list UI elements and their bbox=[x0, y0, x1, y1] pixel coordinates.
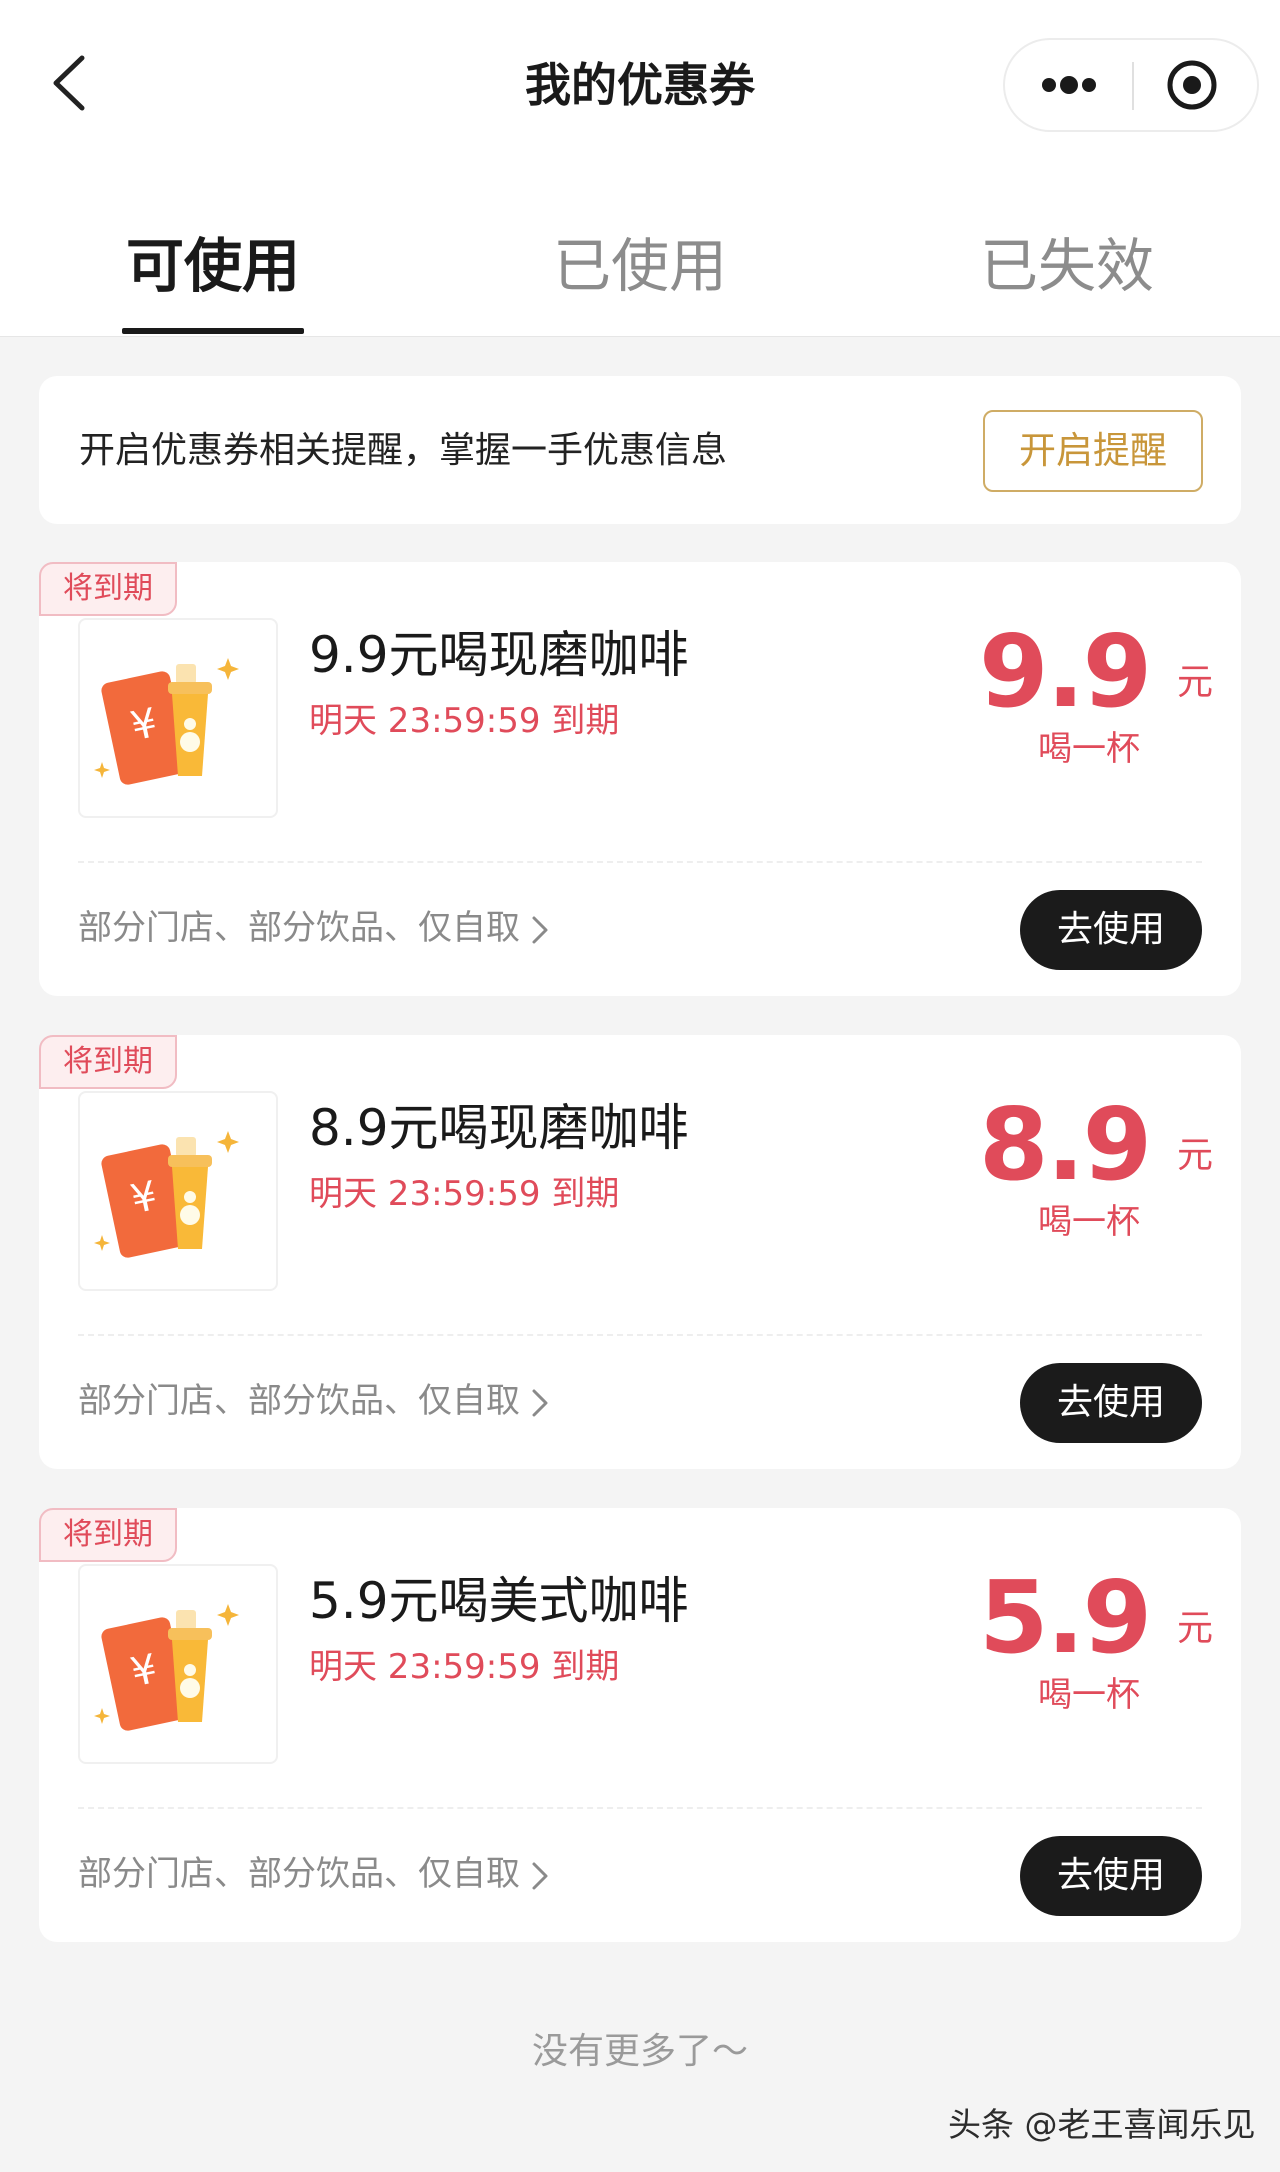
tab-used[interactable]: 已使用 bbox=[540, 224, 740, 308]
coupon-price: 9.9 元 喝一杯 bbox=[979, 613, 1219, 770]
price-value: 8.9 bbox=[979, 1086, 1152, 1203]
price-subtitle: 喝一杯 bbox=[1038, 1675, 1140, 1715]
divider bbox=[78, 1334, 1202, 1336]
reminder-text: 开启优惠券相关提醒，掌握一手优惠信息 bbox=[79, 430, 728, 471]
tab-available[interactable]: 可使用 bbox=[113, 224, 313, 308]
top-bar: 我的优惠券 可使用 已使用 已失效 bbox=[0, 0, 1280, 337]
chevron-right-icon bbox=[532, 916, 548, 943]
coupon-drink-icon: ¥ bbox=[94, 1604, 239, 1731]
coupon-rules-text: 部分门店、部分饮品、仅自取 bbox=[78, 1381, 520, 1421]
coupon-title: 9.9元喝现磨咖啡 bbox=[309, 626, 689, 684]
price-value: 9.9 bbox=[979, 613, 1152, 730]
watermark-text: 头条 @老王喜闻乐见 bbox=[948, 2105, 1256, 2144]
divider bbox=[78, 1807, 1202, 1809]
coupon-image: ¥ bbox=[78, 1091, 278, 1291]
coupon-rules-text: 部分门店、部分饮品、仅自取 bbox=[78, 1854, 520, 1894]
coupon-price: 5.9 元 喝一杯 bbox=[979, 1559, 1219, 1716]
expiring-badge: 将到期 bbox=[39, 1035, 177, 1089]
use-coupon-button[interactable]: 去使用 bbox=[1020, 1836, 1202, 1916]
coupon-title: 8.9元喝现磨咖啡 bbox=[309, 1099, 689, 1157]
price-unit: 元 bbox=[1177, 1135, 1214, 1176]
expiring-badge: 将到期 bbox=[39, 562, 177, 616]
coupon-rules-link[interactable]: 部分门店、部分饮品、仅自取 bbox=[78, 1849, 552, 1899]
coupon-drink-icon: ¥ bbox=[94, 1131, 239, 1258]
active-tab-indicator bbox=[122, 328, 304, 334]
coupon-expiry: 明天 23:59:59 到期 bbox=[309, 1647, 620, 1687]
tab-expired[interactable]: 已失效 bbox=[967, 224, 1167, 308]
more-dots-icon bbox=[1042, 76, 1096, 94]
expiring-badge: 将到期 bbox=[39, 1508, 177, 1562]
coupon-card: 将到期 ¥ 5.9元喝美式咖啡 明天 23:59:59 到期 5.9 元 喝一杯… bbox=[39, 1508, 1241, 1942]
coupon-card: 将到期 ¥ 8.9元喝现磨咖啡 明天 23:59:59 到期 8.9 元 喝一杯… bbox=[39, 1035, 1241, 1469]
enable-reminder-button[interactable]: 开启提醒 bbox=[983, 410, 1203, 492]
coupon-card: 将到期 ¥ 9.9元喝现磨咖啡 明天 23:59:59 到期 9.9 元 喝一杯… bbox=[39, 562, 1241, 996]
coupon-image: ¥ bbox=[78, 1564, 278, 1764]
price-subtitle: 喝一杯 bbox=[1038, 1202, 1140, 1242]
list-end-text: 没有更多了～ bbox=[531, 2031, 748, 2072]
coupon-image: ¥ bbox=[78, 618, 278, 818]
coupon-expiry: 明天 23:59:59 到期 bbox=[309, 701, 620, 741]
coupon-rules-link[interactable]: 部分门店、部分饮品、仅自取 bbox=[78, 1376, 552, 1426]
use-coupon-button[interactable]: 去使用 bbox=[1020, 890, 1202, 970]
chevron-right-icon bbox=[532, 1862, 548, 1889]
price-unit: 元 bbox=[1177, 1608, 1214, 1649]
coupon-expiry: 明天 23:59:59 到期 bbox=[309, 1174, 620, 1214]
price-unit: 元 bbox=[1177, 662, 1214, 703]
coupon-rules-text: 部分门店、部分饮品、仅自取 bbox=[78, 908, 520, 948]
divider bbox=[78, 861, 1202, 863]
mini-program-capsule bbox=[1003, 38, 1259, 132]
coupon-price: 8.9 元 喝一杯 bbox=[979, 1086, 1219, 1243]
record-target-icon bbox=[1167, 60, 1217, 110]
coupon-rules-link[interactable]: 部分门店、部分饮品、仅自取 bbox=[78, 903, 552, 953]
coupon-title: 5.9元喝美式咖啡 bbox=[309, 1572, 689, 1630]
use-coupon-button[interactable]: 去使用 bbox=[1020, 1363, 1202, 1443]
price-subtitle: 喝一杯 bbox=[1038, 729, 1140, 769]
chevron-right-icon bbox=[532, 1389, 548, 1416]
coupon-drink-icon: ¥ bbox=[94, 658, 239, 785]
reminder-banner: 开启优惠券相关提醒，掌握一手优惠信息 开启提醒 bbox=[39, 376, 1241, 524]
more-button[interactable] bbox=[1005, 40, 1132, 130]
price-value: 5.9 bbox=[979, 1559, 1152, 1676]
close-miniprogram-button[interactable] bbox=[1134, 40, 1257, 130]
